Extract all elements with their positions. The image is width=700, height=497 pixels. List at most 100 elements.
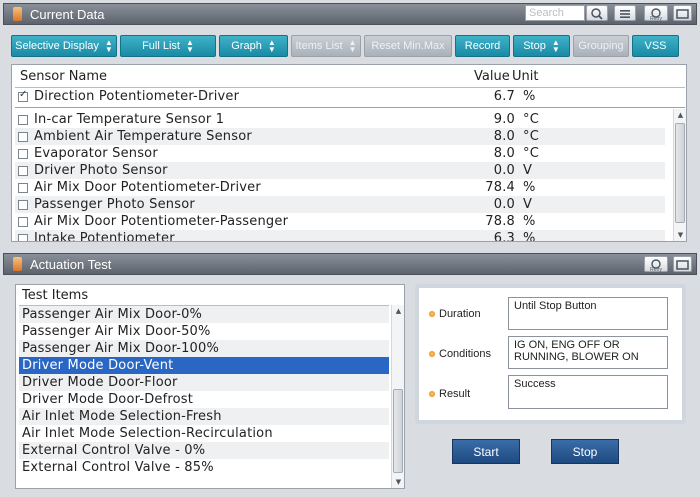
sensor-name: Driver Photo Sensor bbox=[34, 163, 168, 178]
sensor-row[interactable]: In-car Temperature Sensor 1 9.0 °C bbox=[15, 111, 665, 128]
sensor-name: Direction Potentiometer-Driver bbox=[34, 89, 240, 104]
sensor-name: Intake Potentiometer bbox=[34, 231, 175, 241]
column-header-unit: Unit bbox=[512, 69, 539, 84]
pinned-sensor-row[interactable]: Direction Potentiometer-Driver 6.7 % bbox=[15, 88, 685, 105]
scroll-down-icon[interactable]: ▼ bbox=[392, 476, 405, 488]
updown-icon: ▲ ▼ bbox=[104, 38, 113, 54]
sensor-row[interactable]: Evaporator Sensor 8.0 °C bbox=[15, 145, 665, 162]
actuation-test-title: Actuation Test bbox=[30, 256, 112, 272]
sensor-value: 6.7 bbox=[493, 89, 515, 104]
sensor-unit: % bbox=[523, 231, 536, 241]
sensor-unit: % bbox=[523, 214, 536, 229]
row-checkbox[interactable] bbox=[18, 165, 28, 176]
sensor-unit: % bbox=[523, 89, 536, 104]
search-input[interactable]: Search bbox=[525, 5, 585, 21]
test-items-header: Test Items bbox=[22, 288, 89, 303]
pinned-divider bbox=[15, 107, 685, 108]
row-checkbox[interactable] bbox=[18, 114, 28, 125]
sensor-row[interactable]: Air Mix Door Potentiometer-Driver 78.4% bbox=[15, 179, 665, 196]
test-item[interactable]: Passenger Air Mix Door-50% bbox=[19, 323, 389, 340]
sensor-value: 8.0 bbox=[493, 146, 515, 161]
test-item[interactable]: Driver Mode Door-Floor bbox=[19, 374, 389, 391]
test-item[interactable]: Driver Mode Door-Defrost bbox=[19, 391, 389, 408]
scroll-thumb[interactable] bbox=[675, 123, 685, 223]
test-item[interactable]: Air Inlet Mode Selection-Fresh bbox=[19, 408, 389, 425]
sensor-rows-viewport: In-car Temperature Sensor 1 9.0 °C Ambient … bbox=[12, 109, 688, 241]
test-item[interactable]: Passenger Air Mix Door-0% bbox=[19, 306, 389, 323]
reset-min-max-button[interactable]: Reset Min.Max bbox=[364, 35, 452, 57]
test-items-list: Test Items Passenger Air Mix Door-0% Pass… bbox=[15, 284, 405, 489]
duration-label: Duration bbox=[429, 308, 481, 320]
sensor-unit: °C bbox=[523, 146, 539, 161]
row-checkbox[interactable] bbox=[18, 182, 28, 193]
scroll-up-icon[interactable]: ▲ bbox=[674, 109, 687, 121]
sensor-name: In-car Temperature Sensor 1 bbox=[34, 112, 225, 127]
stop-record-button[interactable]: Stop ▲ ▼ bbox=[513, 35, 570, 57]
result-label: Result bbox=[429, 388, 470, 400]
sensor-name: Ambient Air Temperature Sensor bbox=[34, 129, 252, 144]
maximize-icon[interactable] bbox=[673, 5, 692, 21]
start-button[interactable]: Start bbox=[452, 439, 520, 464]
sensor-value: 6.3 bbox=[493, 231, 515, 241]
panel-flag-icon bbox=[13, 7, 22, 21]
result-value: Success bbox=[508, 375, 668, 409]
vss-button[interactable]: VSS bbox=[632, 35, 679, 57]
svg-text:Retry: Retry bbox=[650, 267, 662, 272]
sensor-unit: % bbox=[523, 180, 536, 195]
record-button[interactable]: Record bbox=[455, 35, 510, 57]
updown-icon: ▲ ▼ bbox=[551, 38, 560, 54]
sensor-row[interactable]: Intake Potentiometer 6.3% bbox=[15, 230, 665, 241]
test-items-scrollbar[interactable]: ▲ ▼ bbox=[391, 305, 404, 488]
sensor-scrollbar[interactable]: ▲ ▼ bbox=[673, 109, 686, 241]
stop-button[interactable]: Stop bbox=[551, 439, 619, 464]
sensor-unit: °C bbox=[523, 129, 539, 144]
graph-button[interactable]: Graph ▲ ▼ bbox=[219, 35, 288, 57]
row-checkbox[interactable] bbox=[18, 148, 28, 159]
search-icon[interactable] bbox=[586, 5, 608, 21]
panel-flag-icon bbox=[13, 257, 22, 271]
bullet-icon bbox=[429, 391, 435, 397]
scroll-up-icon[interactable]: ▲ bbox=[392, 305, 405, 317]
scroll-down-icon[interactable]: ▼ bbox=[674, 229, 687, 241]
test-item[interactable]: Air Inlet Mode Selection-Recirculation bbox=[19, 425, 389, 442]
sensor-value: 0.0 bbox=[493, 163, 515, 178]
column-header-value: Value bbox=[474, 69, 510, 84]
test-item[interactable]: Passenger Air Mix Door-100% bbox=[19, 340, 389, 357]
test-item[interactable]: External Control Valve - 0% bbox=[19, 442, 389, 459]
sensor-row[interactable]: Driver Photo Sensor 0.0 V bbox=[15, 162, 665, 179]
test-item[interactable]: External Control Valve - 85% bbox=[19, 459, 389, 476]
row-checkbox[interactable] bbox=[18, 89, 28, 102]
test-item[interactable]: Driver Mode Door-Vent bbox=[19, 357, 389, 374]
test-info-box: Duration Until Stop Button Conditions IG… bbox=[415, 284, 686, 424]
sensor-name: Evaporator Sensor bbox=[34, 146, 158, 161]
current-data-toolbar: Selective Display ▲ ▼ Full List ▲ ▼ Graph ▲ ▼ … bbox=[11, 35, 679, 57]
svg-text:Retry: Retry bbox=[650, 16, 662, 21]
updown-icon: ▲ ▼ bbox=[267, 38, 276, 54]
selective-display-button[interactable]: Selective Display ▲ ▼ bbox=[11, 35, 117, 57]
conditions-label: Conditions bbox=[429, 348, 491, 360]
actuation-test-titlebar: Actuation Test bbox=[3, 253, 697, 275]
sensor-name: Air Mix Door Potentiometer-Passenger bbox=[34, 214, 289, 229]
updown-icon: ▲ ▼ bbox=[185, 38, 194, 54]
list-view-icon[interactable] bbox=[614, 5, 636, 21]
grouping-button[interactable]: Grouping bbox=[573, 35, 629, 57]
sensor-value: 78.8 bbox=[485, 214, 515, 229]
sensor-row[interactable]: Passenger Photo Sensor 0.0 V bbox=[15, 196, 665, 213]
items-list-button[interactable]: Items List ▲ ▼ bbox=[291, 35, 361, 57]
full-list-button[interactable]: Full List ▲ ▼ bbox=[120, 35, 216, 57]
sensor-name: Air Mix Door Potentiometer-Driver bbox=[34, 180, 261, 195]
row-checkbox[interactable] bbox=[18, 233, 28, 241]
sensor-row[interactable]: Ambient Air Temperature Sensor 8.0 °C bbox=[15, 128, 665, 145]
current-data-title: Current Data bbox=[30, 6, 105, 22]
sensor-row[interactable]: Air Mix Door Potentiometer-Passenger 78.8… bbox=[15, 213, 665, 230]
sensor-data-table: Sensor Name Value Unit Direction Potenti… bbox=[11, 64, 687, 242]
row-checkbox[interactable] bbox=[18, 216, 28, 227]
maximize-icon[interactable] bbox=[673, 256, 692, 272]
conditions-value: IG ON, ENG OFF OR RUNNING, BLOWER ON bbox=[508, 336, 668, 369]
scroll-thumb[interactable] bbox=[393, 389, 403, 473]
retry-icon[interactable]: Retry bbox=[644, 5, 668, 22]
row-checkbox[interactable] bbox=[18, 131, 28, 142]
row-checkbox[interactable] bbox=[18, 199, 28, 210]
retry-icon[interactable]: Retry bbox=[644, 256, 668, 273]
sensor-value: 78.4 bbox=[485, 180, 515, 195]
